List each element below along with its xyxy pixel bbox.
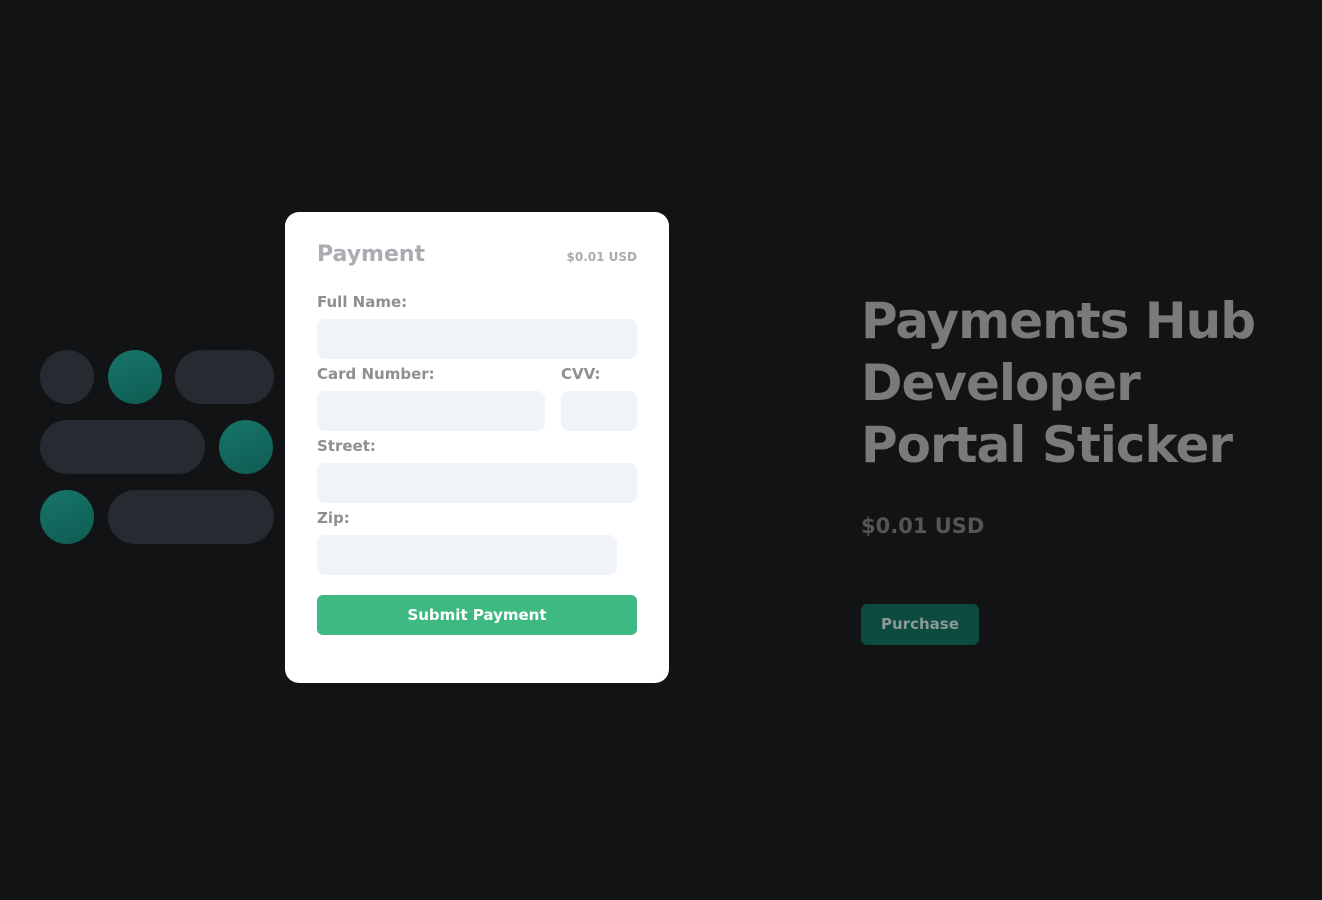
zip-label: Zip: — [317, 509, 350, 527]
sticker-pill-gray — [175, 350, 274, 404]
full-name-input[interactable] — [317, 319, 637, 359]
zip-group: Zip: — [317, 510, 617, 575]
purchase-button[interactable]: Purchase — [861, 604, 979, 645]
card-number-label: Card Number: — [317, 365, 435, 383]
card-number-group: Card Number: — [317, 366, 545, 431]
sticker-pill-gray — [40, 420, 205, 474]
full-name-label: Full Name: — [317, 293, 408, 311]
street-input[interactable] — [317, 463, 637, 503]
payment-modal: Payment $0.01 USD Full Name: Card Number… — [285, 212, 669, 683]
cvv-label: CVV: — [561, 365, 601, 383]
product-details: Payments Hub Developer Portal Sticker $0… — [861, 290, 1311, 645]
product-price: $0.01 USD — [861, 514, 985, 538]
zip-input[interactable] — [317, 535, 617, 575]
sticker-dot-teal — [219, 420, 273, 474]
sticker-dot-teal — [108, 350, 162, 404]
modal-amount: $0.01 USD — [566, 250, 637, 264]
sticker-dot-gray — [40, 350, 94, 404]
modal-title: Payment — [317, 242, 426, 267]
street-group: Street: — [317, 438, 637, 503]
modal-header: Payment $0.01 USD — [317, 212, 637, 300]
full-name-group: Full Name: — [317, 294, 637, 359]
street-label: Street: — [317, 437, 376, 455]
sticker-graphic — [40, 350, 280, 550]
sticker-dot-teal — [40, 490, 94, 544]
card-number-input[interactable] — [317, 391, 545, 431]
product-title: Payments Hub Developer Portal Sticker — [861, 292, 1256, 474]
submit-payment-button[interactable]: Submit Payment — [317, 595, 637, 635]
cvv-group: CVV: — [561, 366, 637, 431]
page: Payments Hub Developer Portal Sticker $0… — [0, 0, 1322, 900]
cvv-input[interactable] — [561, 391, 637, 431]
sticker-pill-gray — [108, 490, 274, 544]
